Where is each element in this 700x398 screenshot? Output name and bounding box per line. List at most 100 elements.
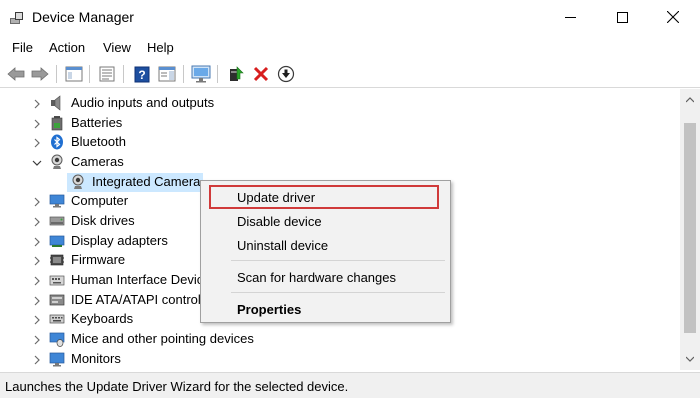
tree-item-label: Computer	[71, 193, 129, 208]
tree-item-label: Keyboards	[71, 311, 134, 326]
webcam-icon	[72, 174, 84, 189]
tree-item-mice[interactable]: Mice and other pointing devices	[0, 330, 680, 349]
forward-button[interactable]	[29, 63, 51, 85]
vertical-scrollbar[interactable]	[680, 89, 700, 370]
chevron-right-icon[interactable]	[32, 119, 42, 129]
toolbar: ?	[0, 59, 700, 88]
tree-item-label: Batteries	[71, 115, 123, 130]
monitor-icon	[49, 352, 65, 367]
show-hide-console-tree-icon	[65, 66, 83, 82]
toolbar-separator	[89, 65, 90, 83]
disable-device-toolbar-button[interactable]	[275, 63, 297, 85]
minimize-button[interactable]	[547, 0, 593, 34]
update-driver-icon	[230, 66, 244, 81]
scroll-up-arrow-icon[interactable]	[686, 97, 694, 103]
console-tree-button[interactable]	[63, 63, 85, 85]
scrollbar-thumb[interactable]	[684, 123, 696, 333]
mouse-icon	[49, 332, 65, 347]
tree-item-label: Display adapters	[71, 233, 168, 248]
context-properties[interactable]: Properties	[237, 302, 301, 317]
menu-file[interactable]: File	[12, 40, 33, 55]
tree-item-label: Disk drives	[71, 213, 135, 228]
chevron-right-icon[interactable]	[32, 335, 42, 345]
back-button[interactable]	[5, 63, 27, 85]
status-bar: Launches the Update Driver Wizard for th…	[0, 372, 700, 398]
tree-item-label: Human Interface Devic	[71, 272, 204, 287]
context-uninstall-device[interactable]: Uninstall device	[237, 238, 328, 253]
chevron-right-icon[interactable]	[32, 315, 42, 325]
context-disable-device[interactable]: Disable device	[237, 214, 322, 229]
disable-device-icon	[277, 65, 295, 83]
menu-action[interactable]: Action	[49, 40, 85, 55]
tree-item-label: Mice and other pointing devices	[71, 331, 254, 346]
bluetooth-icon	[51, 134, 63, 150]
chevron-right-icon[interactable]	[32, 217, 42, 227]
window-title: Device Manager	[32, 9, 134, 25]
back-arrow-icon	[7, 67, 25, 81]
firmware-icon	[50, 254, 64, 266]
properties-button[interactable]	[96, 63, 118, 85]
device-manager-icon	[9, 10, 25, 26]
chevron-right-icon[interactable]	[32, 138, 42, 148]
chevron-right-icon[interactable]	[32, 197, 42, 207]
tree-item-cameras[interactable]: Cameras	[0, 153, 680, 172]
title-bar: Device Manager	[0, 0, 700, 36]
tree-item-label: Integrated Camera	[92, 174, 201, 189]
speaker-icon	[51, 95, 61, 111]
toolbar-separator	[56, 65, 57, 83]
context-menu: Update driver Disable device Uninstall d…	[200, 180, 451, 323]
svg-text:?: ?	[138, 68, 145, 82]
chevron-right-icon[interactable]	[32, 256, 42, 266]
tree-item-label: Monitors	[71, 351, 121, 366]
uninstall-toolbar-button[interactable]	[250, 63, 272, 85]
toolbar-separator	[123, 65, 124, 83]
disk-drive-icon	[49, 216, 65, 226]
tree-item-label: Cameras	[71, 154, 124, 169]
maximize-icon	[616, 11, 628, 23]
camera-icon	[51, 154, 63, 169]
toolbar-separator	[183, 65, 184, 83]
context-separator	[231, 260, 445, 261]
battery-icon	[51, 116, 63, 131]
chevron-right-icon[interactable]	[32, 237, 42, 247]
chevron-right-icon[interactable]	[32, 296, 42, 306]
tree-item-label: Audio inputs and outputs	[71, 95, 215, 110]
update-driver-toolbar-button[interactable]	[225, 63, 247, 85]
tree-item-batteries[interactable]: Batteries	[0, 114, 680, 133]
computer-icon	[49, 194, 65, 208]
chevron-right-icon[interactable]	[32, 355, 42, 365]
tree-item-label: Firmware	[71, 252, 126, 267]
context-separator	[231, 292, 445, 293]
tree-item-monitors[interactable]: Monitors	[0, 350, 680, 369]
close-button[interactable]	[650, 0, 696, 34]
context-update-driver[interactable]: Update driver	[237, 190, 315, 205]
properties-icon	[99, 66, 115, 82]
action-pane-icon	[158, 66, 176, 82]
ide-controller-icon	[49, 294, 65, 306]
keyboard-icon	[49, 314, 65, 324]
toolbar-separator	[217, 65, 218, 83]
close-icon	[667, 11, 679, 23]
display-adapter-icon	[49, 235, 65, 247]
menu-help[interactable]: Help	[147, 40, 174, 55]
scan-hardware-button[interactable]	[190, 63, 212, 85]
menu-view[interactable]: View	[103, 40, 131, 55]
scroll-down-arrow-icon[interactable]	[686, 356, 694, 362]
help-icon: ?	[134, 66, 150, 82]
context-scan-hardware[interactable]: Scan for hardware changes	[237, 270, 396, 285]
forward-arrow-icon	[31, 67, 49, 81]
minimize-icon	[564, 16, 576, 18]
help-button[interactable]: ?	[131, 63, 153, 85]
tree-item-bluetooth[interactable]: Bluetooth	[0, 133, 680, 152]
tree-item-label: Bluetooth	[71, 134, 126, 149]
action-pane-button[interactable]	[156, 63, 178, 85]
hid-icon	[49, 275, 65, 286]
chevron-down-icon[interactable]	[32, 158, 42, 168]
chevron-right-icon[interactable]	[32, 99, 42, 109]
menu-bar: File Action View Help	[0, 36, 700, 58]
maximize-button[interactable]	[599, 0, 645, 34]
tree-item-label: IDE ATA/ATAPI controlle	[71, 292, 211, 307]
chevron-right-icon[interactable]	[32, 276, 42, 286]
tree-item-audio[interactable]: Audio inputs and outputs	[0, 94, 680, 113]
scan-hardware-icon	[191, 65, 211, 83]
